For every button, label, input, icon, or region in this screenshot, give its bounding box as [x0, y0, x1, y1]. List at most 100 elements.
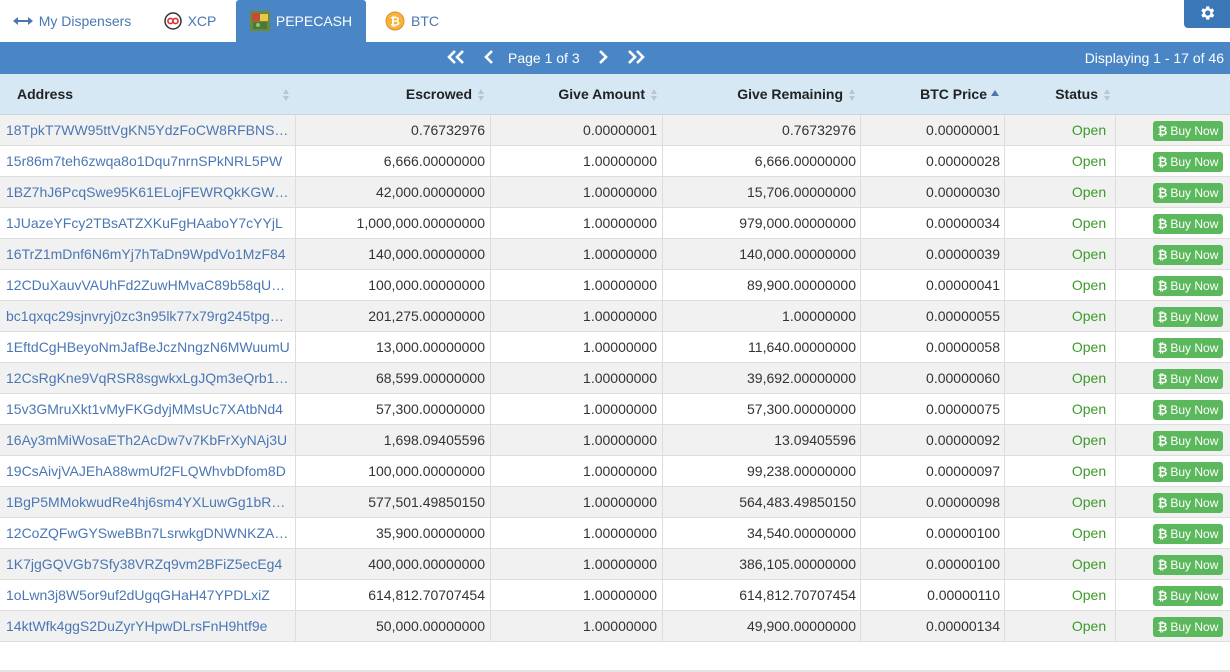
first-page-button[interactable] [444, 42, 468, 74]
buy-now-label: Buy Now [1170, 558, 1219, 572]
status-badge: Open [1071, 122, 1107, 138]
sort-ascending-icon[interactable] [991, 88, 999, 102]
column-divider [295, 239, 296, 269]
column-divider [1115, 332, 1116, 362]
buy-now-button[interactable]: ₿ Buy Now [1153, 183, 1223, 203]
sort-icon[interactable] [282, 88, 290, 102]
column-divider [860, 332, 861, 362]
next-page-button[interactable] [594, 42, 612, 74]
sort-icon[interactable] [1103, 88, 1111, 102]
address-link[interactable]: 1BZ7hJ6PcqSwe95K61ELojFEWRQkKGW… [6, 177, 290, 207]
column-divider [1004, 270, 1005, 300]
tab-my-dispensers[interactable]: My Dispensers [0, 0, 144, 42]
sort-icon[interactable] [477, 88, 485, 102]
address-link[interactable]: 15v3GMruXkt1vMyFKGdyjMMsUc7XAtbNd4 [6, 394, 290, 424]
bitcoin-icon: ₿ [1157, 434, 1168, 448]
address-link[interactable]: 18TpkT7WW95ttVgKN5YdzFoCW8RFBNS… [6, 115, 290, 145]
gear-icon [1198, 4, 1216, 25]
column-header-escrowed[interactable]: Escrowed [300, 74, 472, 115]
settings-button[interactable] [1184, 0, 1230, 28]
give-amount-value: 1.00000000 [583, 215, 657, 231]
last-page-button[interactable] [624, 42, 648, 74]
address-link[interactable]: 14ktWfk4ggS2DuZyrYHpwDLrsFnH9htf9e [6, 611, 290, 641]
column-header-btc-price[interactable]: BTC Price [864, 74, 987, 115]
btc-price-value: 0.00000058 [926, 339, 1000, 355]
address-link[interactable]: 15r86m7teh6zwqa8o1Dqu7nrnSPkNRL5PW [6, 146, 290, 176]
buy-now-button[interactable]: ₿ Buy Now [1153, 214, 1223, 234]
buy-now-button[interactable]: ₿ Buy Now [1153, 338, 1223, 358]
status-badge: Open [1071, 339, 1107, 355]
address-link[interactable]: 1oLwn3j8W5or9uf2dUgqGHaH47YPDLxiZ [6, 580, 290, 610]
column-header-status[interactable]: Status [1008, 74, 1098, 115]
column-divider [860, 425, 861, 455]
buy-now-button[interactable]: ₿ Buy Now [1153, 462, 1223, 482]
tab-xcp[interactable]: XCP [152, 0, 228, 42]
give-remaining-value: 11,640.00000000 [748, 339, 856, 355]
buy-now-button[interactable]: ₿ Buy Now [1153, 617, 1223, 637]
address-link[interactable]: 12CDuXauvVAUhFd2ZuwHMvaC89b58qU… [6, 270, 290, 300]
buy-now-button[interactable]: ₿ Buy Now [1153, 245, 1223, 265]
buy-now-button[interactable]: ₿ Buy Now [1153, 431, 1223, 451]
table-row: 18TpkT7WW95ttVgKN5YdzFoCW8RFBNS… 0.767329… [0, 115, 1230, 146]
column-divider [295, 394, 296, 424]
buy-now-button[interactable]: ₿ Buy Now [1153, 369, 1223, 389]
tab-btc[interactable]: ₿ BTC [374, 0, 450, 42]
column-divider [1004, 115, 1005, 145]
address-link[interactable]: 19CsAivjVAJEhA88wmUf2FLQWhvbDfom8D [6, 456, 290, 486]
address-link[interactable]: 16TrZ1mDnf6N6mYj7hTaDn9WpdVo1MzF84 [6, 239, 290, 269]
address-link[interactable]: 1BgP5MMokwudRe4hj6sm4YXLuwGg1bR… [6, 487, 290, 517]
buy-now-button[interactable]: ₿ Buy Now [1153, 152, 1223, 172]
column-divider [295, 456, 296, 486]
btc-price-value: 0.00000097 [926, 463, 1000, 479]
buy-now-button[interactable]: ₿ Buy Now [1153, 586, 1223, 606]
give-remaining-value: 0.76732976 [782, 122, 856, 138]
column-header-address[interactable]: Address [17, 74, 73, 115]
give-amount-value: 1.00000000 [583, 432, 657, 448]
sort-icon[interactable] [848, 88, 856, 102]
tab-pepecash[interactable]: PEPECASH [236, 0, 366, 42]
column-divider [295, 518, 296, 548]
table-row: 1JUazeYFcy2TBsATZXKuFgHAaboY7cYYjL 1,000,… [0, 208, 1230, 239]
address-link[interactable]: bc1qxqc29sjnvryj0zc3n95lk77x79rg245tpg… [6, 301, 290, 331]
address-link[interactable]: 1JUazeYFcy2TBsATZXKuFgHAaboY7cYYjL [6, 208, 290, 238]
column-divider [295, 332, 296, 362]
table-row: 15r86m7teh6zwqa8o1Dqu7nrnSPkNRL5PW 6,666.… [0, 146, 1230, 177]
buy-now-button[interactable]: ₿ Buy Now [1153, 493, 1223, 513]
column-divider [860, 394, 861, 424]
buy-now-button[interactable]: ₿ Buy Now [1153, 307, 1223, 327]
column-divider [295, 208, 296, 238]
column-divider [662, 270, 663, 300]
column-divider [1115, 611, 1116, 641]
sort-icon[interactable] [650, 88, 658, 102]
address-link[interactable]: 12CsRgKne9VqRSR8sgwkxLgJQm3eQrb1nn [6, 363, 290, 393]
give-amount-value: 1.00000000 [583, 370, 657, 386]
column-divider [490, 425, 491, 455]
column-divider [295, 177, 296, 207]
escrowed-value: 57,300.00000000 [376, 401, 485, 417]
buy-now-button[interactable]: ₿ Buy Now [1153, 555, 1223, 575]
address-link[interactable]: 12CoZQFwGYSweBBn7LsrwkgDNWNKZA… [6, 518, 290, 548]
column-divider [490, 146, 491, 176]
column-divider [662, 456, 663, 486]
column-divider [860, 146, 861, 176]
status-badge: Open [1071, 401, 1107, 417]
bitcoin-icon: ₿ [1157, 620, 1168, 634]
buy-now-label: Buy Now [1170, 310, 1219, 324]
column-divider [860, 611, 861, 641]
buy-now-button[interactable]: ₿ Buy Now [1153, 400, 1223, 420]
buy-now-button[interactable]: ₿ Buy Now [1153, 276, 1223, 296]
buy-now-button[interactable]: ₿ Buy Now [1153, 121, 1223, 141]
buy-now-button[interactable]: ₿ Buy Now [1153, 524, 1223, 544]
column-divider [1115, 487, 1116, 517]
address-link[interactable]: 1K7jgGQVGb7Sfy38VRZq9vm2BFiZ5ecEg4 [6, 549, 290, 579]
column-divider [1115, 239, 1116, 269]
column-divider [490, 394, 491, 424]
give-remaining-value: 140,000.00000000 [739, 246, 856, 262]
column-header-give-amount[interactable]: Give Amount [495, 74, 645, 115]
address-link[interactable]: 16Ay3mMiWosaETh2AcDw7v7KbFrXyNAj3U [6, 425, 290, 455]
column-header-give-remaining[interactable]: Give Remaining [666, 74, 843, 115]
previous-page-button[interactable] [480, 42, 498, 74]
give-amount-value: 1.00000000 [583, 463, 657, 479]
column-divider [860, 239, 861, 269]
address-link[interactable]: 1EftdCgHBeyoNmJafBeJczNngzN6MWuumU [6, 332, 290, 362]
